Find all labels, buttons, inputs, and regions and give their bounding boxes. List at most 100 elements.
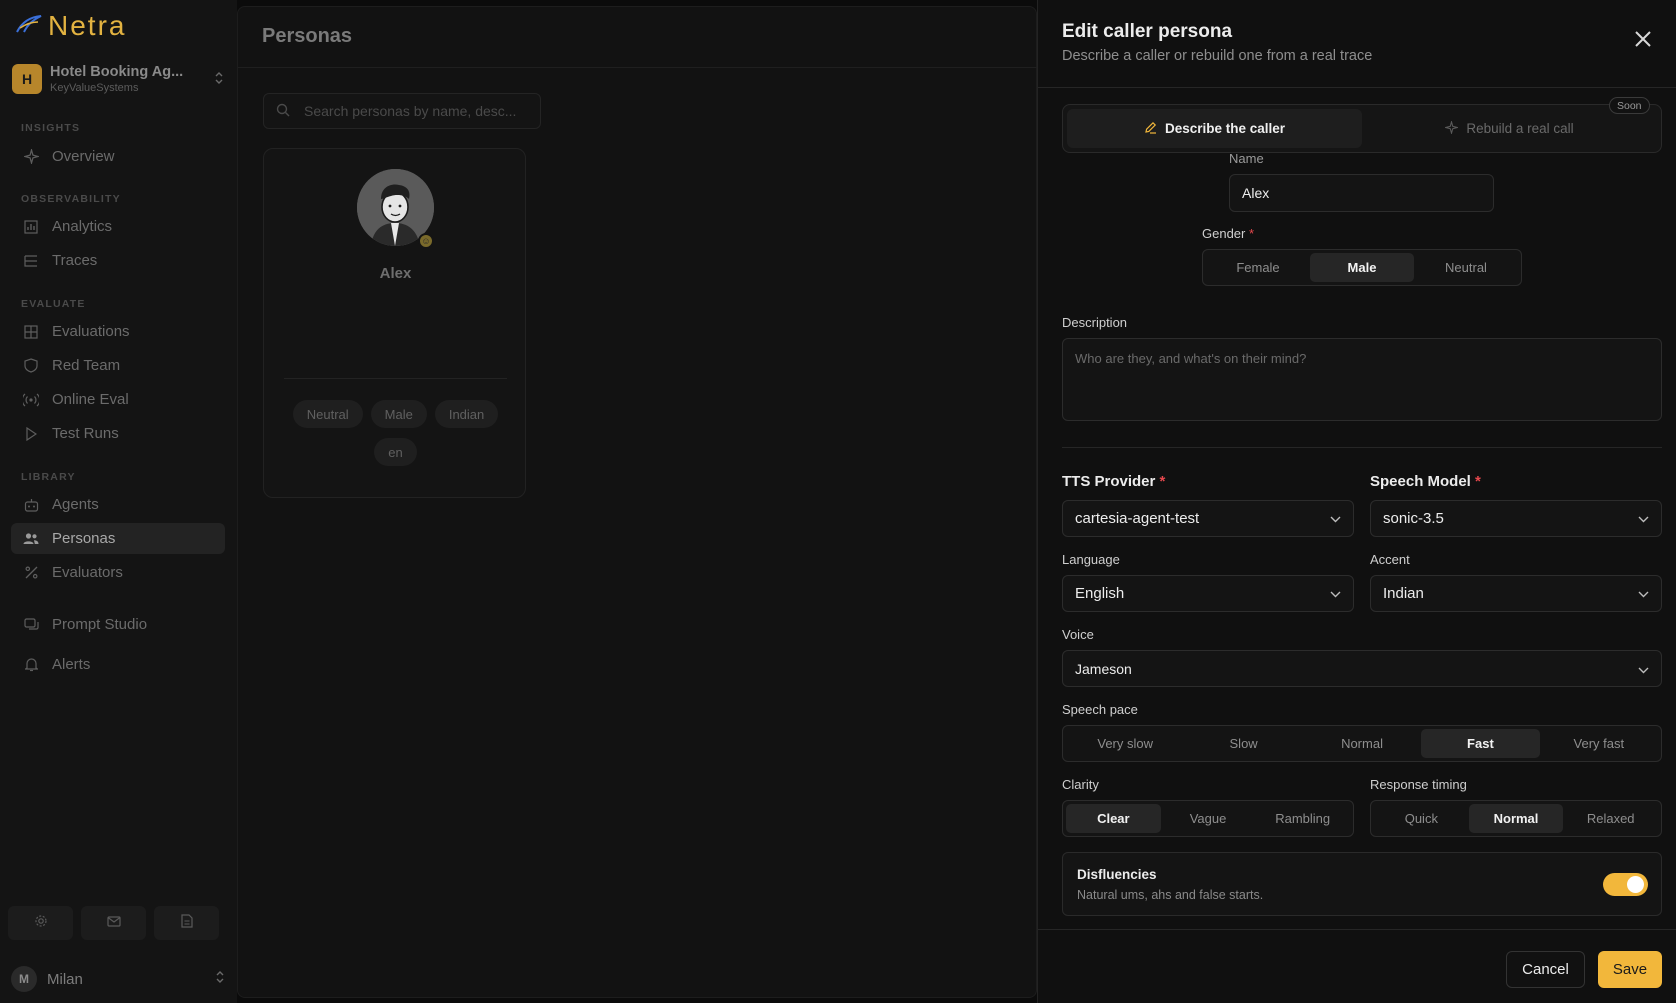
sidebar-item-label: Test Runs	[52, 425, 119, 442]
avatar: M	[11, 966, 37, 992]
timing-option-relaxed[interactable]: Relaxed	[1563, 804, 1658, 833]
search-placeholder: Search personas by name, desc...	[304, 103, 517, 119]
chevron-down-icon	[1330, 510, 1341, 527]
sidebar-item-test-runs[interactable]: Test Runs	[11, 418, 225, 449]
timing-option-normal[interactable]: Normal	[1468, 804, 1564, 833]
cancel-button[interactable]: Cancel	[1506, 951, 1585, 988]
sidebar-item-label: Overview	[52, 148, 115, 165]
sidebar-item-online-eval[interactable]: Online Eval	[11, 384, 225, 415]
nav-section-insights: INSIGHTS	[21, 122, 81, 134]
tts-provider-select[interactable]: cartesia-agent-test	[1062, 500, 1354, 537]
emoji-icon: ☺	[418, 233, 434, 249]
mail-icon	[106, 914, 121, 932]
broadcast-icon	[23, 392, 39, 408]
sidebar-item-label: Evaluations	[52, 323, 130, 340]
accent-value: Indian	[1383, 585, 1424, 602]
pace-option-very-fast[interactable]: Very fast	[1540, 729, 1658, 758]
pace-option-normal[interactable]: Normal	[1303, 729, 1421, 758]
gender-label: Gender *	[1202, 226, 1254, 241]
persona-tags: Neutral Male Indian en	[284, 400, 507, 466]
name-field[interactable]: Alex	[1229, 174, 1494, 212]
timing-option-quick[interactable]: Quick	[1374, 804, 1469, 833]
name-label: Name	[1229, 151, 1264, 166]
pace-option-slow[interactable]: Slow	[1184, 729, 1302, 758]
close-button[interactable]	[1634, 30, 1652, 53]
voice-select[interactable]: Jameson	[1062, 650, 1662, 687]
logo[interactable]: Netra	[16, 10, 126, 42]
speech-model-label: Speech Model *	[1370, 473, 1481, 490]
gender-option-male[interactable]: Male	[1310, 253, 1414, 282]
speech-model-select[interactable]: sonic-3.5	[1370, 500, 1662, 537]
sidebar-item-personas[interactable]: Personas	[11, 523, 225, 554]
description-field[interactable]: Who are they, and what's on their mind?	[1062, 338, 1662, 421]
user-menu[interactable]: M Milan	[11, 966, 225, 992]
pencil-icon	[1144, 121, 1157, 137]
sidebar-item-red-team[interactable]: Red Team	[11, 350, 225, 381]
tag: Indian	[434, 400, 499, 428]
chevron-up-down-icon	[215, 970, 225, 989]
sparkle-icon	[1444, 119, 1460, 137]
nav-section-library: LIBRARY	[21, 471, 76, 483]
speech-model-label-text: Speech Model	[1370, 473, 1471, 490]
persona-card[interactable]: ☺ Alex Neutral Male Indian en	[263, 148, 526, 498]
sidebar-item-prompt-studio[interactable]: Prompt Studio	[11, 609, 225, 640]
save-button[interactable]: Save	[1598, 951, 1662, 988]
nav-section-evaluate: EVALUATE	[21, 298, 86, 310]
disfluencies-toggle[interactable]	[1603, 873, 1648, 896]
chevron-down-icon	[1638, 585, 1649, 602]
voice-label: Voice	[1062, 627, 1094, 642]
sidebar-item-traces[interactable]: Traces	[11, 245, 225, 276]
sidebar-item-evaluations[interactable]: Evaluations	[11, 316, 225, 347]
sidebar-item-overview[interactable]: Overview	[11, 141, 225, 172]
sidebar-item-label: Evaluators	[52, 564, 123, 581]
messages-button[interactable]	[81, 906, 146, 940]
sidebar-item-evaluators[interactable]: Evaluators	[11, 557, 225, 588]
tab-label: Rebuild a real call	[1466, 121, 1574, 136]
accent-select[interactable]: Indian	[1370, 575, 1662, 612]
chat-icon	[23, 617, 39, 633]
docs-button[interactable]	[154, 906, 219, 940]
sidebar-item-alerts[interactable]: Alerts	[11, 649, 225, 680]
gender-option-neutral[interactable]: Neutral	[1414, 253, 1518, 282]
disfluencies-subtitle: Natural ums, ahs and false starts.	[1077, 888, 1264, 902]
description-label: Description	[1062, 315, 1128, 330]
page-title: Personas	[262, 25, 353, 47]
sidebar-item-label: Analytics	[52, 218, 113, 235]
tag: Male	[370, 400, 427, 428]
main-content: Personas Search personas by name, desc..…	[237, 6, 1038, 998]
sidebar-item-analytics[interactable]: Analytics	[11, 211, 225, 242]
required-marker: *	[1249, 226, 1255, 241]
language-select[interactable]: English	[1062, 575, 1354, 612]
list-tree-icon	[23, 253, 39, 269]
search-icon	[276, 103, 290, 120]
accent-label: Accent	[1370, 552, 1410, 567]
tts-provider-value: cartesia-agent-test	[1075, 510, 1200, 527]
search-input[interactable]: Search personas by name, desc...	[263, 93, 541, 129]
divider	[238, 67, 1038, 68]
sidebar-item-label: Online Eval	[52, 391, 129, 408]
speech-pace-label: Speech pace	[1062, 702, 1138, 717]
edit-persona-panel: Edit caller persona Describe a caller or…	[1037, 0, 1676, 1003]
chevron-down-icon	[1638, 661, 1649, 677]
tts-provider-label-text: TTS Provider	[1062, 473, 1156, 490]
bar-chart-icon	[23, 219, 39, 235]
clarity-option-vague[interactable]: Vague	[1161, 804, 1256, 833]
document-icon	[180, 913, 193, 933]
tag: Neutral	[292, 400, 363, 428]
clarity-option-clear[interactable]: Clear	[1066, 804, 1161, 833]
sidebar-item-agents[interactable]: Agents	[11, 489, 225, 520]
clarity-option-rambling[interactable]: Rambling	[1255, 804, 1350, 833]
gender-option-female[interactable]: Female	[1206, 253, 1310, 282]
close-icon	[1634, 31, 1652, 52]
tab-rebuild-call[interactable]: Rebuild a real call	[1362, 109, 1657, 148]
org-switcher[interactable]: H Hotel Booking Ag... KeyValueSystems	[12, 62, 224, 96]
chevron-up-down-icon	[214, 71, 224, 88]
sidebar-item-label: Personas	[52, 530, 116, 547]
divider	[1038, 87, 1676, 88]
gender-selector: Female Male Neutral	[1202, 249, 1522, 286]
settings-button[interactable]	[8, 906, 73, 940]
pace-option-fast[interactable]: Fast	[1421, 729, 1540, 758]
pace-option-very-slow[interactable]: Very slow	[1066, 729, 1184, 758]
tab-describe-caller[interactable]: Describe the caller	[1067, 109, 1362, 148]
response-timing-label: Response timing	[1370, 777, 1467, 792]
